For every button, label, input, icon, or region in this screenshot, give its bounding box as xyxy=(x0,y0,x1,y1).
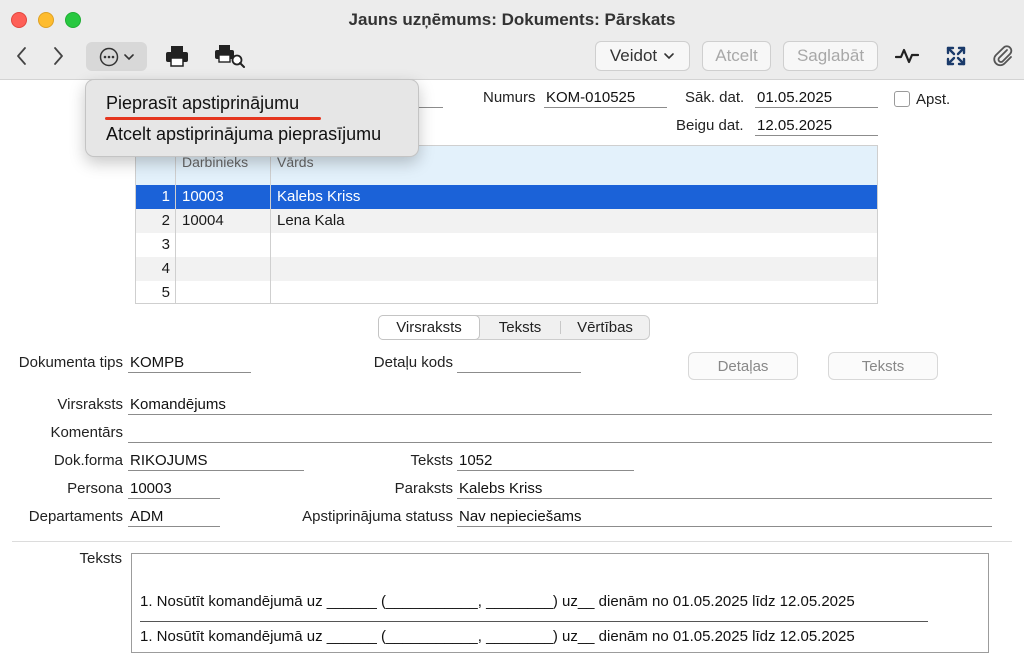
text-line: 1. Nosūtīt komandējumā uz ______ (______… xyxy=(140,628,855,645)
back-button[interactable] xyxy=(12,42,32,70)
tab-virsraksts[interactable]: Virsraksts xyxy=(378,315,480,340)
menu-item-request-approval[interactable]: Pieprasīt apstiprinājumu xyxy=(106,93,299,114)
print-preview-button[interactable] xyxy=(214,42,246,70)
ellipsis-circle-icon xyxy=(99,47,118,66)
table-row[interactable]: 1 10003 Kalebs Kriss xyxy=(136,185,877,209)
row-number: 4 xyxy=(161,260,170,277)
detalas-button[interactable]: Detaļas xyxy=(688,352,798,380)
detalu-kods-field[interactable] xyxy=(457,353,581,373)
departaments-label: Departaments xyxy=(28,508,123,525)
detalu-kods-label: Detaļu kods xyxy=(373,354,453,371)
chevron-left-icon xyxy=(17,47,26,65)
cell-darbinieks: 10004 xyxy=(182,212,224,229)
employees-grid[interactable]: Darbinieks Vārds 1 10003 Kalebs Kriss 2 … xyxy=(135,145,878,304)
more-actions-menu: Pieprasīt apstiprinājumu Atcelt apstipri… xyxy=(85,79,419,157)
komentars-field[interactable] xyxy=(128,423,992,443)
print-button[interactable] xyxy=(164,42,190,70)
numurs-label: Numurs xyxy=(483,89,536,106)
table-row[interactable]: 5 xyxy=(136,281,877,305)
column-divider xyxy=(175,146,176,303)
title-bar: Jauns uzņēmums: Dokuments: Pārskats Veid… xyxy=(0,0,1024,80)
komentars-label: Komentārs xyxy=(50,424,123,441)
apst-statuss-field[interactable]: Nav nepieciešams xyxy=(457,507,992,527)
highlight-underline xyxy=(105,117,321,120)
activity-button[interactable] xyxy=(894,42,920,70)
dok-tips-field[interactable]: KOMPB xyxy=(128,353,251,373)
table-row[interactable]: 4 xyxy=(136,257,877,281)
tab-vertibas[interactable]: Vērtības xyxy=(561,316,649,339)
chevron-down-icon xyxy=(123,53,134,60)
persona-field[interactable]: 10003 xyxy=(128,479,220,499)
cell-vards: Lena Kala xyxy=(277,212,345,229)
paperclip-icon xyxy=(993,45,1013,67)
row-number: 1 xyxy=(161,188,170,205)
apst-statuss-label: Apstiprinājuma statuss xyxy=(302,508,453,525)
virsraksts-label: Virsraksts xyxy=(57,396,123,413)
menu-item-cancel-approval-request[interactable]: Atcelt apstiprinājuma pieprasījumu xyxy=(106,124,381,145)
table-row[interactable]: 2 10004 Lena Kala xyxy=(136,209,877,233)
numurs-field[interactable]: KOM-010525 xyxy=(544,88,667,108)
more-actions-button[interactable] xyxy=(86,42,147,71)
text-section-label: Teksts xyxy=(79,550,122,567)
text-line: 1. Nosūtīt komandējumā uz ______ (______… xyxy=(140,593,855,610)
paraksts-label: Paraksts xyxy=(394,480,453,497)
sak-dat-field[interactable]: 01.05.2025 xyxy=(755,88,878,108)
teksts-label: Teksts xyxy=(410,452,453,469)
column-divider xyxy=(270,146,271,303)
sak-dat-label: Sāk. dat. xyxy=(685,89,745,106)
beigu-dat-field[interactable]: 12.05.2025 xyxy=(755,116,878,136)
attachment-button[interactable] xyxy=(990,42,1016,70)
tab-teksts[interactable]: Teksts xyxy=(480,316,560,339)
expand-arrows-icon xyxy=(946,46,966,66)
row-number: 5 xyxy=(161,284,170,301)
veidot-label: Veidot xyxy=(609,46,658,65)
window-title: Jauns uzņēmums: Dokuments: Pārskats xyxy=(348,10,676,29)
table-row[interactable]: 3 xyxy=(136,233,877,257)
printer-icon xyxy=(166,46,188,67)
row-number: 2 xyxy=(161,212,170,229)
dok-tips-label: Dokumenta tips xyxy=(18,354,123,371)
virsraksts-field[interactable]: Komandējums xyxy=(128,395,992,415)
beigu-dat-label: Beigu dat. xyxy=(676,117,744,134)
document-text-area[interactable]: 1. Nosūtīt komandējumā uz ______ (______… xyxy=(131,553,989,653)
apst-checkbox[interactable] xyxy=(894,91,910,107)
print-preview-icon xyxy=(215,45,245,68)
section-tabs: Virsraksts Teksts Vērtības xyxy=(378,315,650,340)
dok-forma-label: Dok.forma xyxy=(53,452,123,469)
dok-forma-field[interactable]: RIKOJUMS xyxy=(128,451,304,471)
chevron-right-icon xyxy=(54,47,63,65)
apst-label: Apst. xyxy=(916,91,951,108)
chevron-down-icon xyxy=(664,53,674,60)
teksts-field[interactable]: 1052 xyxy=(457,451,634,471)
activity-icon xyxy=(895,48,919,64)
saglabat-button[interactable]: Saglabāt xyxy=(783,41,878,71)
veidot-button[interactable]: Veidot xyxy=(595,41,690,71)
paraksts-field[interactable]: Kalebs Kriss xyxy=(457,479,992,499)
row-number: 3 xyxy=(161,236,170,253)
persona-label: Persona xyxy=(67,480,123,497)
section-divider xyxy=(12,541,1012,542)
fullscreen-button[interactable] xyxy=(944,42,968,70)
departaments-field[interactable]: ADM xyxy=(128,507,220,527)
teksts-button[interactable]: Teksts xyxy=(828,352,938,380)
cell-vards: Kalebs Kriss xyxy=(277,188,361,205)
cell-darbinieks: 10003 xyxy=(182,188,224,205)
atcelt-button[interactable]: Atcelt xyxy=(702,41,771,71)
text-rule xyxy=(140,621,928,622)
forward-button[interactable] xyxy=(48,42,68,70)
